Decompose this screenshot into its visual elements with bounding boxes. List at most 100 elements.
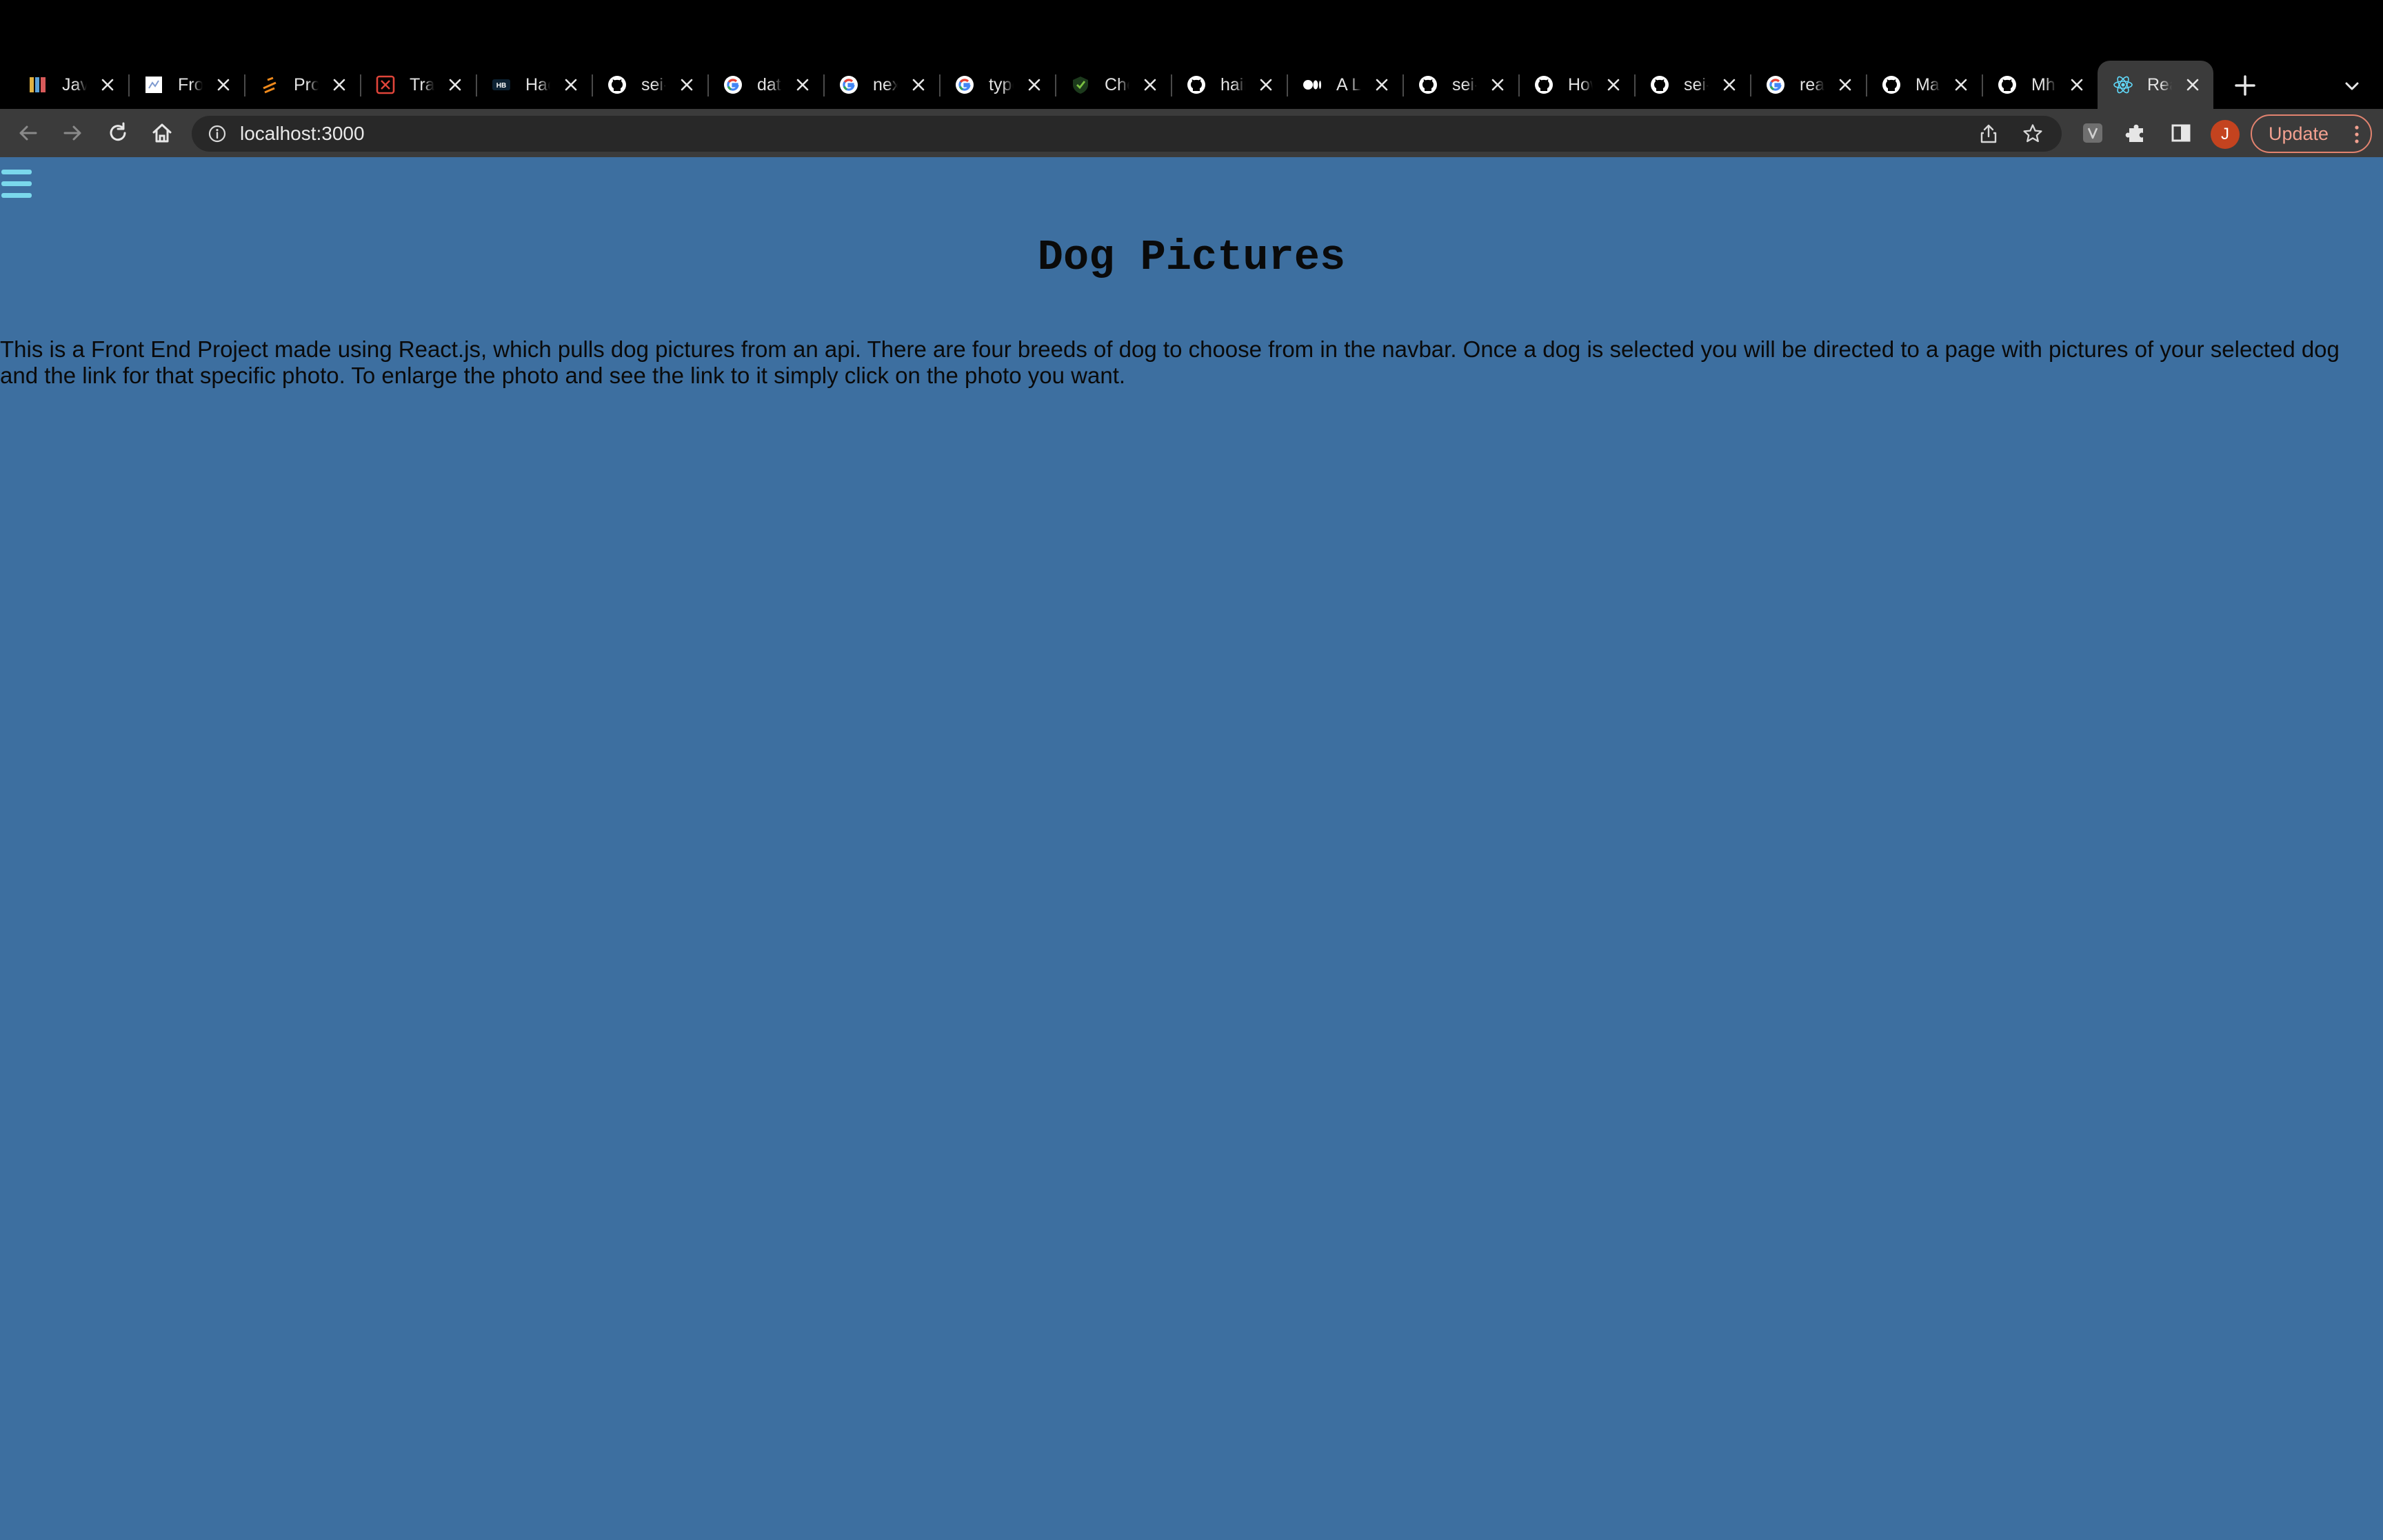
close-icon[interactable]	[1837, 77, 1853, 93]
tab-title: sei-	[1452, 74, 1477, 94]
tab[interactable]: sei-	[592, 61, 707, 109]
close-icon[interactable]	[1489, 77, 1506, 93]
page-title: Dog Pictures	[1037, 233, 1346, 282]
tab-title: hair	[1220, 74, 1245, 94]
document-icon	[143, 74, 164, 95]
site-info-icon[interactable]	[208, 125, 226, 143]
page-content: Dog Pictures This is a Front End Project…	[0, 157, 2383, 1540]
tab[interactable]: data	[707, 61, 823, 109]
tab[interactable]: sei-	[1402, 61, 1518, 109]
github-icon	[1997, 74, 2018, 95]
close-icon[interactable]	[910, 77, 927, 93]
update-button[interactable]: Update	[2251, 114, 2372, 153]
hashnode-icon: HB	[491, 74, 512, 95]
tab[interactable]: Mha	[1982, 61, 2098, 109]
tab[interactable]: Project	[244, 61, 360, 109]
tab[interactable]: Chec	[1055, 61, 1171, 109]
github-icon	[1881, 74, 1902, 95]
tab-title: A Li	[1336, 74, 1361, 94]
google-icon	[954, 74, 975, 95]
address-bar[interactable]: localhost:3000	[192, 116, 2062, 152]
tab[interactable]: A Li	[1287, 61, 1402, 109]
tab-title: data	[757, 74, 782, 94]
tab-title: React	[2147, 74, 2172, 94]
shield-icon	[1070, 74, 1091, 95]
svg-text:HB: HB	[496, 82, 506, 90]
tab-title: next	[873, 74, 898, 94]
close-icon[interactable]	[447, 77, 463, 93]
tab-title: Hacker	[525, 74, 550, 94]
tab[interactable]: sei-	[1634, 61, 1750, 109]
tab-title: JavaScript	[62, 74, 87, 94]
close-icon[interactable]	[1142, 77, 1158, 93]
close-icon[interactable]	[794, 77, 811, 93]
bookmark-star-icon[interactable]	[2022, 123, 2044, 145]
tab-title: sei-	[641, 74, 666, 94]
close-icon[interactable]	[1721, 77, 1738, 93]
tab-title: Project	[294, 74, 319, 94]
tab-strip: JavaScript Front Project Trail HB Hacker sei-d…	[0, 0, 2383, 109]
github-icon	[1186, 74, 1207, 95]
tab-title: Chec	[1105, 74, 1129, 94]
close-icon[interactable]	[1953, 77, 1969, 93]
tab-active[interactable]: React	[2098, 61, 2213, 109]
reload-icon[interactable]	[105, 120, 131, 146]
close-icon[interactable]	[2069, 77, 2085, 93]
profile-avatar[interactable]: J	[2211, 120, 2240, 149]
tab[interactable]: react	[1750, 61, 1866, 109]
tab[interactable]: Man	[1866, 61, 1982, 109]
page-description: This is a Front End Project made using R…	[0, 336, 2340, 388]
close-icon[interactable]	[678, 77, 695, 93]
react-icon	[2113, 74, 2133, 95]
trail-icon	[375, 74, 396, 95]
tab-title: react	[1800, 74, 1824, 94]
books-icon	[28, 74, 48, 95]
tab-title: type	[989, 74, 1014, 94]
github-icon	[607, 74, 627, 95]
tab[interactable]: Front	[128, 61, 244, 109]
github-icon	[1534, 74, 1554, 95]
tab-title: sei-	[1684, 74, 1709, 94]
side-panel-icon[interactable]	[2168, 120, 2194, 146]
extensions-puzzle-icon[interactable]	[2124, 120, 2150, 146]
close-icon[interactable]	[2184, 77, 2201, 93]
tab[interactable]: type	[939, 61, 1055, 109]
close-icon[interactable]	[1026, 77, 1043, 93]
home-icon[interactable]	[149, 120, 175, 146]
tab-title: Front	[178, 74, 203, 94]
medium-icon	[1302, 74, 1323, 95]
tab[interactable]: next	[823, 61, 939, 109]
close-icon[interactable]	[99, 77, 116, 93]
google-icon	[838, 74, 859, 95]
share-icon[interactable]	[1978, 123, 2000, 145]
close-icon[interactable]	[563, 77, 579, 93]
hamburger-menu-icon[interactable]	[1, 170, 32, 199]
close-icon[interactable]	[1258, 77, 1274, 93]
back-arrow-icon[interactable]	[15, 120, 41, 146]
browser-toolbar: localhost:3000 J Update	[0, 109, 2383, 157]
google-icon	[723, 74, 743, 95]
tab[interactable]: HB Hacker	[476, 61, 592, 109]
tab[interactable]: How	[1518, 61, 1634, 109]
update-button-label: Update	[2269, 123, 2329, 144]
spark-icon	[259, 74, 280, 95]
tab-title: Mha	[2031, 74, 2056, 94]
close-icon[interactable]	[1374, 77, 1390, 93]
tab[interactable]: hair	[1171, 61, 1287, 109]
tab-list: JavaScript Front Project Trail HB Hacker sei-d…	[12, 61, 2213, 109]
url-text[interactable]: localhost:3000	[240, 116, 365, 152]
tab[interactable]: JavaScript	[12, 61, 128, 109]
close-icon[interactable]	[215, 77, 232, 93]
forward-arrow-icon[interactable]	[59, 120, 86, 146]
close-icon[interactable]	[331, 77, 348, 93]
new-tab-icon[interactable]	[2231, 72, 2259, 99]
tab-title: How	[1568, 74, 1593, 94]
close-icon[interactable]	[1605, 77, 1622, 93]
extension-badge-icon[interactable]	[2080, 120, 2106, 146]
tab-title: Man	[1916, 74, 1940, 94]
more-vertical-icon	[2355, 125, 2359, 143]
chevron-down-icon[interactable]	[2342, 76, 2362, 97]
google-icon	[1765, 74, 1786, 95]
tab[interactable]: Trail	[360, 61, 476, 109]
tab-title: Trail	[410, 74, 434, 94]
